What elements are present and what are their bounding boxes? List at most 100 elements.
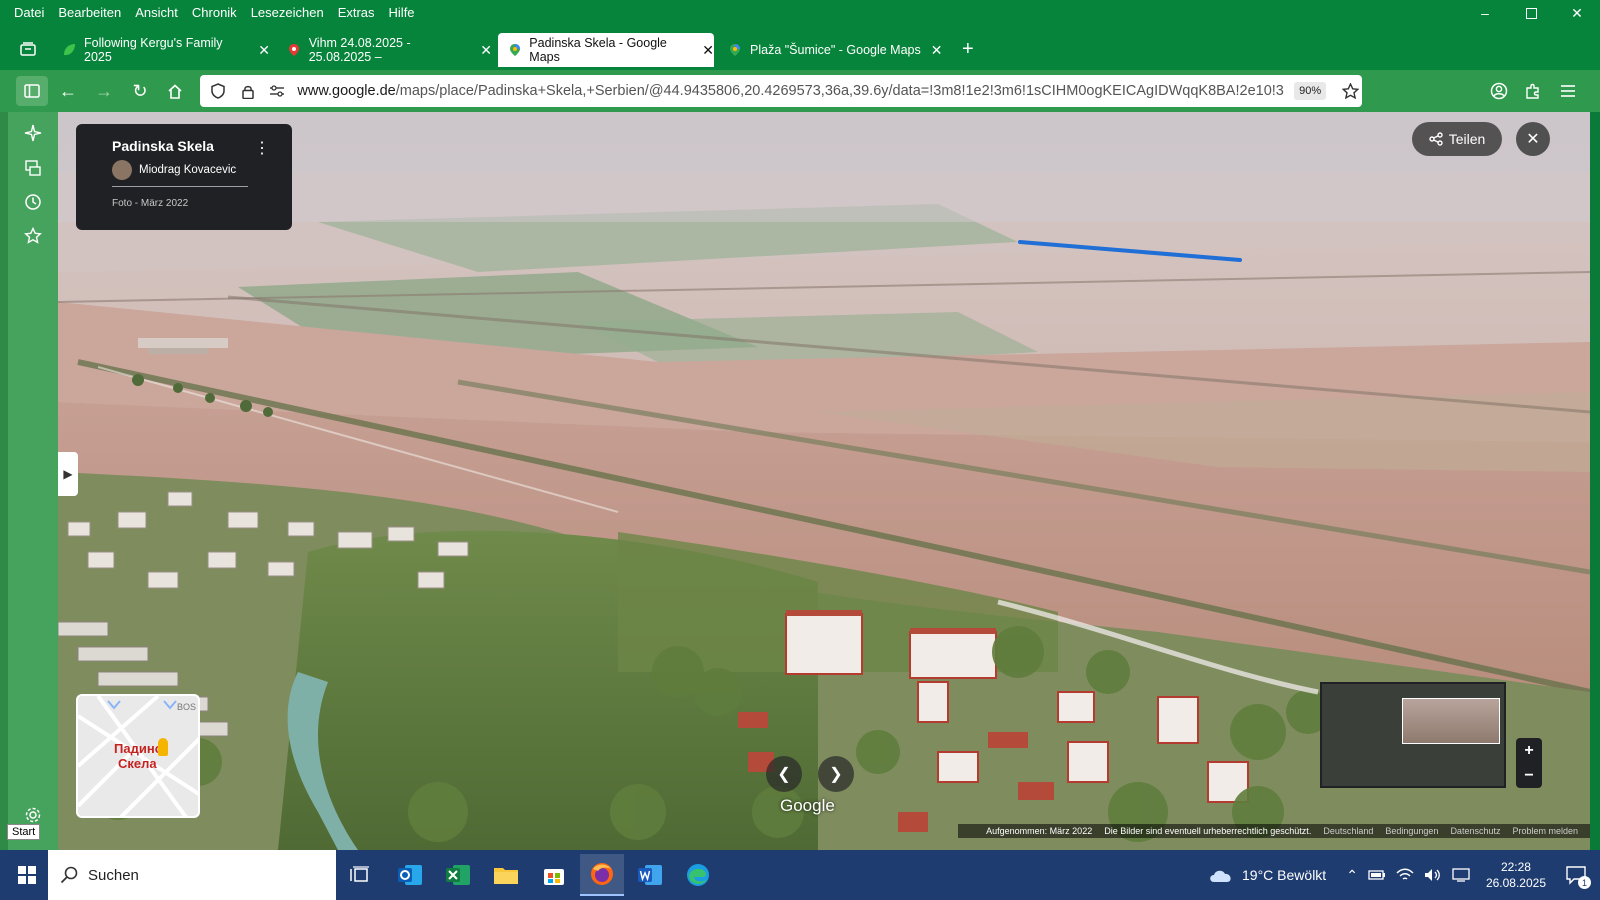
place-title[interactable]: Padinska Skela bbox=[112, 138, 214, 154]
home-button[interactable] bbox=[162, 78, 188, 104]
terms-link[interactable]: Bedingungen bbox=[1385, 826, 1438, 836]
hamburger-menu-icon bbox=[1561, 85, 1575, 97]
avatar bbox=[112, 160, 132, 180]
menu-bearbeiten[interactable]: Bearbeiten bbox=[58, 5, 121, 20]
mini-map[interactable]: BOS Падинс Скела bbox=[76, 694, 200, 818]
synced-tabs-icon[interactable] bbox=[22, 157, 44, 179]
close-tab-icon[interactable]: ✕ bbox=[702, 42, 714, 59]
share-label: Teilen bbox=[1448, 131, 1486, 147]
author-row[interactable]: Miodrag Kovacevic bbox=[112, 160, 236, 180]
close-icon: ✕ bbox=[1526, 131, 1540, 148]
back-button[interactable]: ← bbox=[55, 78, 81, 104]
window-controls: – ✕ bbox=[1462, 0, 1600, 24]
photo-overview-thumbnail[interactable] bbox=[1320, 682, 1506, 788]
outlook-button[interactable] bbox=[388, 854, 432, 896]
forward-button[interactable]: → bbox=[91, 78, 117, 104]
expand-side-panel-button[interactable]: ▶ bbox=[58, 452, 78, 496]
tab-plaza-sumice[interactable]: Plaža "Šumice" - Google Maps ✕ bbox=[718, 33, 948, 67]
pegman-icon[interactable] bbox=[158, 738, 168, 756]
privacy-link[interactable]: Datenschutz bbox=[1450, 826, 1500, 836]
microsoft-store-icon bbox=[544, 869, 564, 885]
extensions-button[interactable] bbox=[1520, 78, 1546, 104]
zoom-in-button[interactable]: + bbox=[1516, 738, 1542, 763]
display-icon[interactable] bbox=[1452, 868, 1470, 882]
battery-icon[interactable] bbox=[1368, 869, 1386, 881]
tab-list-icon bbox=[20, 42, 36, 56]
list-all-tabs-button[interactable] bbox=[16, 38, 40, 60]
author-name[interactable]: Miodrag Kovacevic bbox=[139, 164, 236, 176]
close-tab-icon[interactable]: ✕ bbox=[258, 42, 270, 59]
more-options-icon[interactable]: ⋮ bbox=[254, 138, 270, 158]
wifi-icon[interactable] bbox=[1396, 868, 1414, 882]
gear-icon[interactable] bbox=[22, 804, 44, 826]
tab-vihm[interactable]: Vihm 24.08.2025 - 25.08.2025 – ✕ bbox=[278, 33, 492, 67]
start-button[interactable] bbox=[8, 856, 46, 894]
clock[interactable]: 22:28 26.08.2025 bbox=[1486, 859, 1546, 891]
tab-following-kergus-family[interactable]: Following Kergu's Family 2025 ✕ bbox=[52, 33, 270, 67]
lock-icon[interactable] bbox=[236, 84, 260, 99]
close-viewer-button[interactable]: ✕ bbox=[1516, 122, 1550, 156]
menu-hilfe[interactable]: Hilfe bbox=[389, 5, 415, 20]
reload-button[interactable]: ↻ bbox=[127, 78, 153, 104]
close-tab-icon[interactable]: ✕ bbox=[931, 42, 943, 59]
share-icon bbox=[1429, 132, 1443, 146]
maximize-button[interactable] bbox=[1508, 0, 1554, 26]
photo-viewer[interactable]: Padinska Skela ⋮ Miodrag Kovacevic Foto … bbox=[58, 112, 1590, 850]
weather-text[interactable]: 19°C Bewölkt bbox=[1242, 867, 1326, 883]
clock-date: 26.08.2025 bbox=[1485, 876, 1546, 890]
taskbar-search-box[interactable]: Suchen bbox=[48, 850, 336, 900]
firefox-icon bbox=[591, 863, 613, 885]
maximize-icon bbox=[1525, 7, 1537, 19]
google-maps-icon bbox=[728, 43, 742, 57]
chevron-up-icon[interactable]: ⌃ bbox=[1346, 867, 1358, 884]
ai-chatbot-sparkle-icon[interactable] bbox=[22, 122, 44, 144]
red-map-pin-icon bbox=[288, 43, 301, 57]
windows-taskbar: Suchen 19°C Bewölkt ⌃ 22:28 26.08.2025 1 bbox=[0, 850, 1600, 900]
annotation-blue-line bbox=[1018, 240, 1242, 262]
firefox-button[interactable] bbox=[580, 854, 624, 896]
app-menu-button[interactable] bbox=[1555, 78, 1581, 104]
task-view-button[interactable] bbox=[338, 854, 382, 896]
notification-center-button[interactable]: 1 bbox=[1566, 865, 1591, 889]
volume-icon[interactable] bbox=[1424, 868, 1442, 882]
windows-logo-icon bbox=[18, 866, 36, 884]
menu-chronik[interactable]: Chronik bbox=[192, 5, 237, 20]
tracking-protection-shield-icon[interactable] bbox=[206, 83, 230, 99]
history-clock-icon[interactable] bbox=[22, 191, 44, 213]
microsoft-store-button[interactable] bbox=[532, 854, 576, 896]
zoom-level-badge[interactable]: 90% bbox=[1294, 82, 1327, 100]
word-button[interactable] bbox=[628, 854, 672, 896]
menu-datei[interactable]: Datei bbox=[14, 5, 44, 20]
file-explorer-button[interactable] bbox=[484, 854, 528, 896]
cloud-weather-icon[interactable] bbox=[1208, 867, 1234, 883]
bookmarks-star-icon[interactable] bbox=[22, 225, 44, 247]
sidebar-toggle-button[interactable] bbox=[16, 76, 48, 106]
share-button[interactable]: Teilen bbox=[1412, 122, 1502, 156]
account-button[interactable] bbox=[1486, 78, 1512, 104]
google-maps-icon bbox=[508, 43, 521, 57]
country-link[interactable]: Deutschland bbox=[1323, 826, 1373, 836]
copyright-note: Die Bilder sind eventuell urheberrechtli… bbox=[1104, 826, 1312, 836]
zoom-out-button[interactable]: − bbox=[1516, 763, 1542, 788]
excel-button[interactable] bbox=[436, 854, 480, 896]
url-text[interactable]: www.google.de/maps/place/Padinska+Skela,… bbox=[297, 83, 1284, 99]
bookmark-star-icon[interactable] bbox=[1338, 83, 1362, 99]
minimize-button[interactable]: – bbox=[1462, 0, 1508, 26]
edge-button[interactable] bbox=[676, 854, 720, 896]
tab-padinska-skela[interactable]: Padinska Skela - Google Maps ✕ bbox=[498, 33, 714, 67]
menu-lesezeichen[interactable]: Lesezeichen bbox=[251, 5, 324, 20]
chevron-right-icon: ▶ bbox=[63, 467, 73, 481]
close-tab-icon[interactable]: ✕ bbox=[480, 42, 492, 59]
next-photo-button[interactable]: ❯ bbox=[818, 756, 854, 792]
report-problem-link[interactable]: Problem melden bbox=[1512, 826, 1578, 836]
new-tab-button[interactable]: + bbox=[962, 38, 974, 61]
previous-photo-button[interactable]: ❮ bbox=[766, 756, 802, 792]
close-window-button[interactable]: ✕ bbox=[1554, 0, 1600, 26]
url-bar[interactable]: www.google.de/maps/place/Padinska+Skela,… bbox=[200, 75, 1362, 107]
mini-map-label-line2: Скела bbox=[118, 756, 157, 771]
arrow-left-icon: ← bbox=[59, 80, 77, 101]
menu-ansicht[interactable]: Ansicht bbox=[135, 5, 178, 20]
page-permissions-icon[interactable] bbox=[266, 85, 290, 97]
navigation-toolbar: ← → ↻ www.google.de/maps/place/Padinska+… bbox=[0, 70, 1600, 112]
menu-extras[interactable]: Extras bbox=[338, 5, 375, 20]
